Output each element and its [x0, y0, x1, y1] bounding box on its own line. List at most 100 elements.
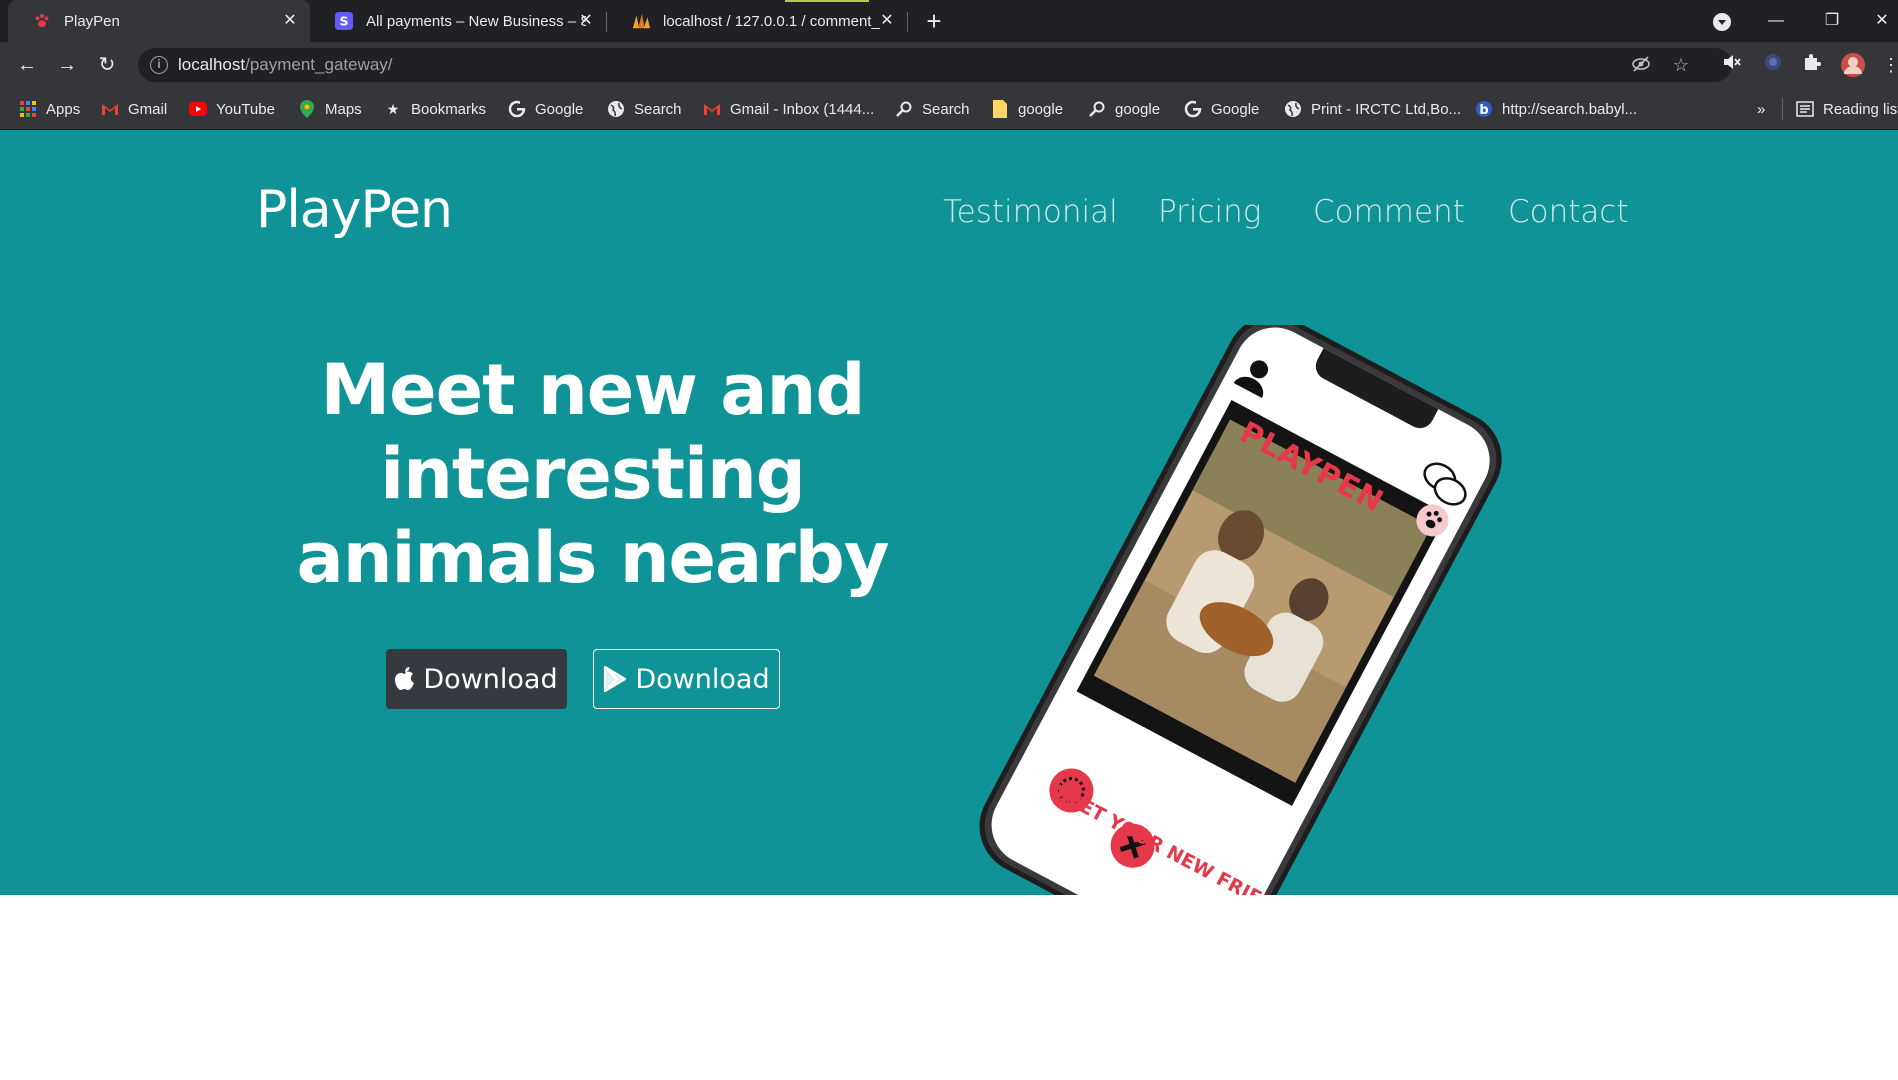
- download-label: Download: [635, 663, 770, 695]
- bookmark-google[interactable]: Google: [508, 98, 583, 120]
- muted-speaker-icon[interactable]: [1719, 52, 1745, 78]
- download-label: Download: [423, 663, 558, 695]
- search-magnifier-icon: [895, 100, 913, 118]
- bookmark-label: Gmail - Inbox (1444...: [730, 100, 875, 118]
- site-brand-logo[interactable]: PlayPen: [256, 180, 453, 240]
- hero-section: PlayPen Testimonial Pricing Comment Cont…: [0, 130, 1898, 895]
- nav-link-comment[interactable]: Comment: [1313, 194, 1465, 230]
- browser-menu-icon[interactable]: ⋮: [1882, 52, 1898, 78]
- folder-note-icon: [991, 100, 1009, 118]
- hero-headline: Meet new and interesting animals nearby: [260, 348, 925, 600]
- eye-off-icon[interactable]: [1630, 54, 1652, 76]
- url-host: localhost: [178, 55, 246, 74]
- bookmark-irctc[interactable]: Print - IRCTC Ltd,Bo...: [1284, 98, 1461, 120]
- bookmark-label: Gmail: [128, 100, 168, 118]
- bookmark-search-2[interactable]: Search: [895, 98, 970, 120]
- nav-link-testimonial[interactable]: Testimonial: [943, 194, 1118, 230]
- app-store-download-button[interactable]: Download: [386, 649, 567, 709]
- bookmarks-separator: [1782, 98, 1783, 120]
- bookmark-label: http://search.babyl...: [1502, 100, 1638, 118]
- bookmark-maps[interactable]: Maps: [298, 98, 362, 120]
- globe-icon: [607, 100, 625, 118]
- phpmyadmin-favicon-icon: [631, 11, 651, 31]
- browser-tab-strip: PlayPen ✕ S All payments – New Business …: [0, 0, 1898, 42]
- nav-link-pricing[interactable]: Pricing: [1158, 194, 1261, 230]
- address-bar[interactable]: i localhost/payment_gateway/ ☆: [138, 48, 1732, 82]
- headline-line: interesting: [380, 433, 806, 515]
- tab-stripe-payments[interactable]: S All payments – New Business – St ✕: [310, 0, 606, 42]
- svg-text:S: S: [339, 14, 348, 29]
- google-icon: [1184, 100, 1202, 118]
- bookmark-label: Maps: [325, 100, 362, 118]
- tab-phpmyadmin[interactable]: localhost / 127.0.0.1 / comment_ ✕: [607, 0, 907, 42]
- close-tab-icon[interactable]: ✕: [576, 11, 596, 31]
- tab-title: All payments – New Business – St: [366, 12, 586, 30]
- bookmark-babylon[interactable]: b http://search.babyl...: [1475, 98, 1637, 120]
- bookmark-gmail-inbox[interactable]: Gmail - Inbox (1444...: [703, 98, 874, 120]
- phone-mockup-image: PLAYPEN MEET YOUR NEW FRIEND: [950, 315, 1550, 895]
- bookmark-label: Google: [535, 100, 584, 118]
- url-path: /payment_gateway/: [245, 55, 393, 74]
- extensions-puzzle-icon[interactable]: [1799, 52, 1825, 78]
- gmail-icon: [101, 100, 119, 118]
- reading-list-icon: [1796, 100, 1814, 118]
- bookmark-apps[interactable]: Apps: [19, 98, 80, 120]
- bookmark-label: Search: [922, 100, 970, 118]
- bookmark-google-search[interactable]: google: [1088, 98, 1160, 120]
- bookmark-google-2[interactable]: Google: [1184, 98, 1259, 120]
- bookmark-youtube[interactable]: YouTube: [189, 98, 275, 120]
- apps-grid-icon: [19, 100, 37, 118]
- bookmark-label: Search: [634, 100, 682, 118]
- tab-search-button[interactable]: [1702, 6, 1742, 36]
- paw-favicon-icon: [32, 11, 52, 31]
- bookmark-label: Bookmarks: [411, 100, 487, 118]
- overflow-chevron: »: [1757, 100, 1766, 118]
- bookmark-star-icon[interactable]: ☆: [1670, 54, 1692, 76]
- close-tab-icon[interactable]: ✕: [280, 11, 300, 31]
- restore-window-button[interactable]: ❐: [1812, 6, 1852, 36]
- tab-playpen[interactable]: PlayPen ✕: [8, 0, 310, 42]
- profile-avatar[interactable]: [1840, 52, 1866, 78]
- nav-link-contact[interactable]: Contact: [1508, 194, 1629, 230]
- tab-title: PlayPen: [64, 12, 120, 30]
- minimize-window-button[interactable]: —: [1756, 6, 1796, 36]
- maps-icon: [298, 100, 316, 118]
- new-tab-button[interactable]: +: [920, 8, 948, 36]
- star-icon: ★: [386, 100, 400, 117]
- reload-button[interactable]: ↻: [93, 51, 121, 79]
- bookmark-label: Google: [1211, 100, 1260, 118]
- bookmarks-bar: Apps Gmail YouTube Maps ★ Bookmarks Goog…: [0, 88, 1898, 130]
- gmail-icon: [703, 100, 721, 118]
- reading-list-label: Reading list: [1823, 100, 1898, 118]
- bookmark-label: google: [1018, 100, 1064, 118]
- google-icon: [508, 100, 526, 118]
- google-play-icon: [603, 666, 627, 692]
- extension-circle-icon[interactable]: [1760, 52, 1786, 78]
- bookmark-label: Print - IRCTC Ltd,Bo...: [1311, 100, 1462, 118]
- close-window-button[interactable]: ✕: [1866, 6, 1898, 36]
- stripe-favicon-icon: S: [334, 11, 354, 31]
- forward-button[interactable]: →: [53, 51, 81, 79]
- bookmark-label: google: [1115, 100, 1161, 118]
- tab-separator: [907, 12, 908, 32]
- google-play-download-button[interactable]: Download: [593, 649, 780, 709]
- site-info-icon[interactable]: i: [150, 56, 168, 74]
- bookmark-google-note[interactable]: google: [991, 98, 1063, 120]
- bookmark-folder-bookmarks[interactable]: ★ Bookmarks: [384, 98, 486, 120]
- bookmark-search[interactable]: Search: [607, 98, 682, 120]
- youtube-icon: [189, 100, 207, 118]
- browser-toolbar: ← → ↻ i localhost/payment_gateway/ ☆ ⋮: [0, 42, 1898, 88]
- reading-list-button[interactable]: Reading list: [1796, 98, 1898, 120]
- bookmark-label: Apps: [46, 100, 81, 118]
- close-tab-icon[interactable]: ✕: [877, 11, 897, 31]
- bookmark-label: YouTube: [216, 100, 275, 118]
- babylon-icon: b: [1475, 100, 1493, 118]
- web-page: PlayPen Testimonial Pricing Comment Cont…: [0, 130, 1898, 1080]
- apple-icon: [395, 667, 415, 691]
- headline-line: animals nearby: [296, 517, 889, 599]
- address-url[interactable]: localhost/payment_gateway/: [178, 55, 393, 75]
- tab-loading-indicator: [785, 0, 869, 2]
- back-button[interactable]: ←: [13, 51, 41, 79]
- bookmarks-overflow-button[interactable]: »: [1757, 98, 1765, 120]
- bookmark-gmail[interactable]: Gmail: [101, 98, 167, 120]
